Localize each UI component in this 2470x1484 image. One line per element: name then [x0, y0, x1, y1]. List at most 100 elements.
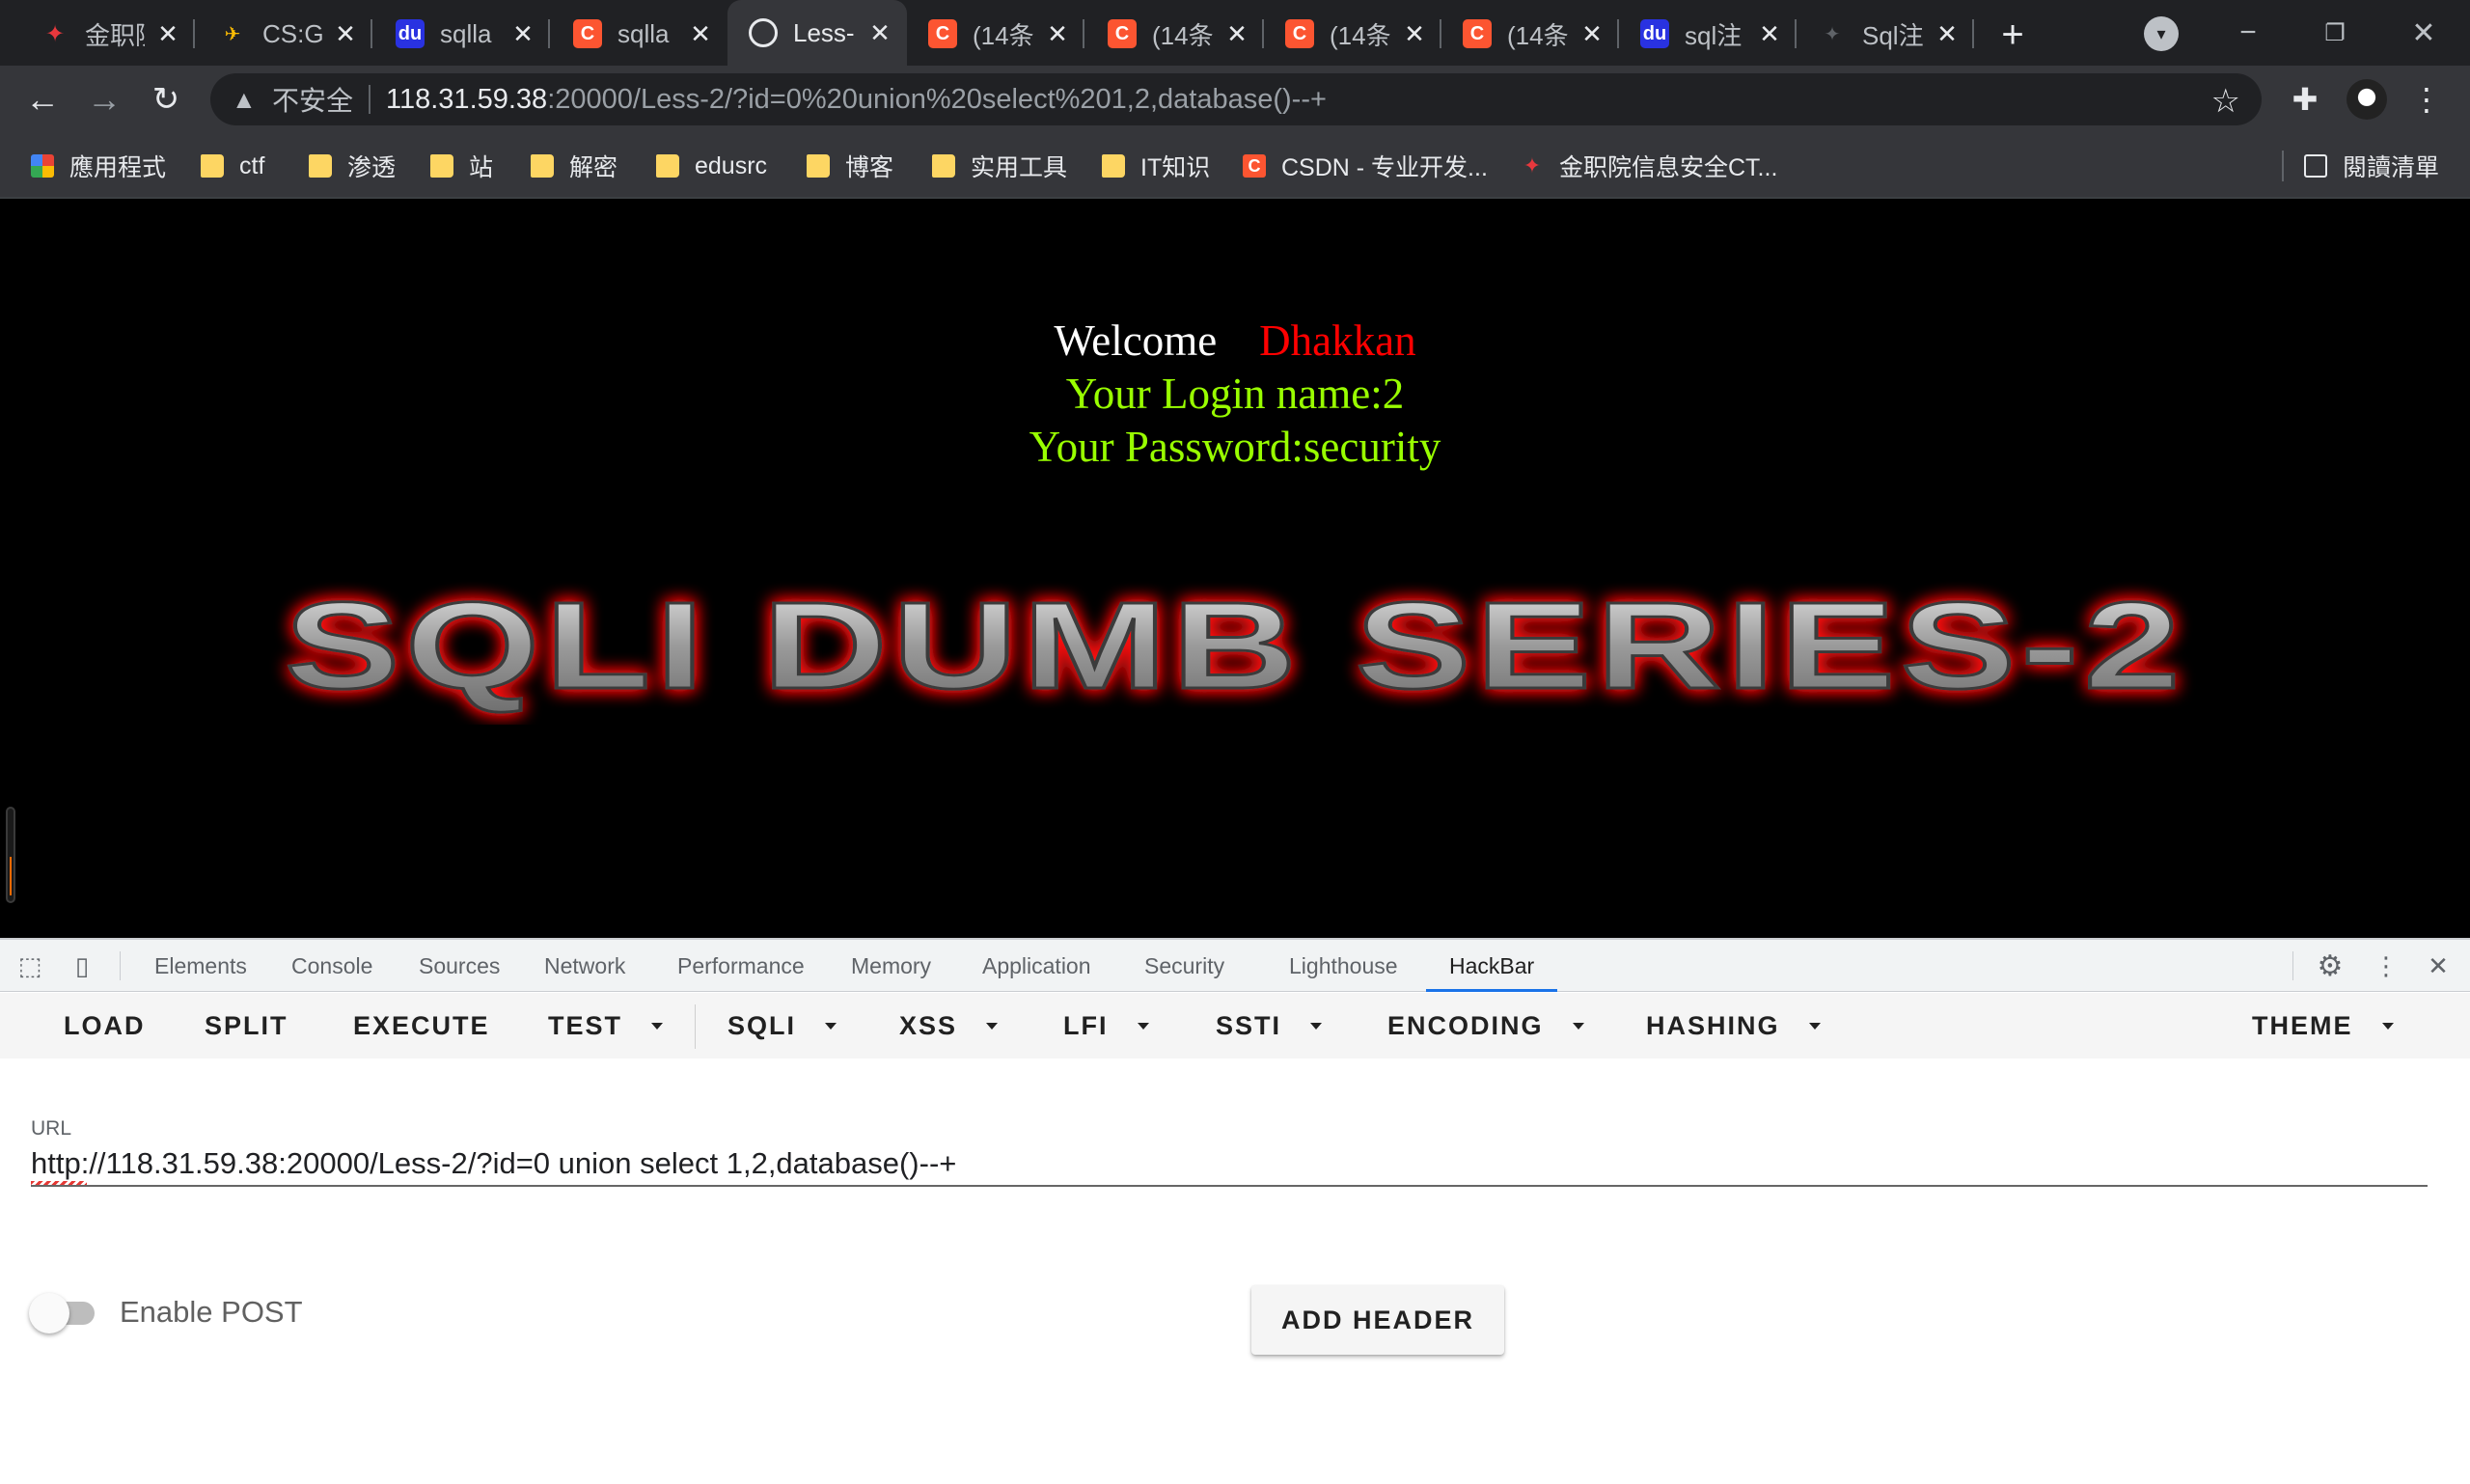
bookmark-star-icon[interactable]: ☆ [2211, 82, 2240, 121]
close-tab-icon[interactable]: ✕ [1044, 19, 1071, 48]
close-tab-icon[interactable]: ✕ [509, 19, 536, 48]
browser-tab[interactable]: C (14条 ✕ [1264, 10, 1441, 58]
close-tab-icon[interactable]: ✕ [1934, 19, 1961, 48]
tab-security[interactable]: Security [1144, 940, 1224, 992]
bookmark-folder[interactable]: 实用工具 [932, 147, 1067, 185]
enable-post-toggle[interactable] [29, 1293, 104, 1333]
browser-tab-active[interactable]: Less- ✕ [727, 0, 907, 66]
spellcheck-underline [31, 1181, 87, 1185]
tab-network[interactable]: Network [544, 940, 625, 992]
page-scroll-handle[interactable] [6, 807, 15, 903]
url-path[interactable]: :20000/Less-2/?id=0%20union%20select%201… [547, 84, 1327, 116]
browser-tab[interactable]: C sqlla ✕ [552, 10, 727, 58]
hashing-dropdown[interactable]: HASHING [1646, 993, 1821, 1058]
url-field-label: URL [31, 1117, 72, 1140]
add-header-button[interactable]: ADD HEADER [1251, 1285, 1504, 1355]
close-tab-icon[interactable]: ✕ [154, 19, 181, 48]
close-tab-icon[interactable]: ✕ [687, 19, 714, 48]
menu-kebab-icon[interactable]: ⋮ [2406, 79, 2447, 120]
window-close-icon[interactable]: ✕ [2402, 12, 2445, 54]
reload-icon[interactable]: ↻ [145, 78, 187, 121]
tab-hackbar[interactable]: HackBar [1426, 940, 1558, 992]
browser-tab[interactable]: ✦ 金职院 ✕ [19, 10, 195, 58]
tab-console[interactable]: Console [291, 940, 372, 992]
csdn-logo-icon: C [1463, 19, 1492, 48]
bookmark-csdn[interactable]: C CSDN - 专业开发... [1243, 147, 1488, 185]
bookmark-label: IT知识 [1140, 154, 1211, 181]
extensions-puzzle-icon[interactable]: ✚ [2285, 79, 2325, 120]
red-logo-icon: ✦ [44, 20, 66, 47]
bookmark-folder[interactable]: 渗透 [309, 147, 396, 185]
caret-down-icon [825, 1022, 837, 1030]
more-options-icon[interactable]: ⋮ [2370, 949, 2402, 982]
restore-icon[interactable]: ❐ [2314, 12, 2356, 54]
browser-tab[interactable]: ✦ Sql注 ✕ [1797, 10, 1974, 58]
browser-tab[interactable]: C (14条 ✕ [907, 10, 1084, 58]
enable-post-label: Enable POST [120, 1295, 303, 1329]
xss-dropdown[interactable]: XSS [899, 993, 999, 1058]
inspect-element-icon[interactable]: ⬚ [14, 949, 46, 982]
bookmark-folder[interactable]: 博客 [807, 147, 893, 185]
gear-icon[interactable]: ⚙ [2314, 949, 2346, 982]
load-label: LOAD [64, 1010, 146, 1040]
execute-button[interactable]: EXECUTE [353, 993, 490, 1058]
csdn-logo-icon: C [1285, 19, 1314, 48]
split-button[interactable]: SPLIT [205, 993, 288, 1058]
tab-memory[interactable]: Memory [851, 940, 931, 992]
tab-elements[interactable]: Elements [154, 940, 247, 992]
theme-dropdown[interactable]: THEME [2252, 993, 2394, 1058]
reading-list[interactable]: 閱讀清單 [2304, 147, 2439, 185]
bookmark-folder[interactable]: 解密 [531, 147, 618, 185]
lfi-dropdown[interactable]: LFI [1063, 993, 1149, 1058]
close-tab-icon[interactable]: ✕ [1401, 19, 1428, 48]
close-tab-icon[interactable]: ✕ [1223, 19, 1250, 48]
url-host[interactable]: 118.31.59.38 [386, 84, 547, 116]
hackbar-menu: LOAD SPLIT EXECUTE TEST SQLI XSS LFI SST… [0, 993, 2470, 1058]
folder-icon [807, 154, 830, 178]
forward-arrow-icon[interactable]: → [83, 78, 125, 121]
tab-title: CS:G [262, 18, 322, 48]
url-input[interactable] [31, 1142, 2428, 1187]
tab-title: Sql注 [1862, 20, 1924, 50]
minimize-icon[interactable]: − [2227, 12, 2269, 54]
tab-application[interactable]: Application [982, 940, 1091, 992]
close-devtools-icon[interactable]: ✕ [2422, 949, 2455, 982]
profile-avatar[interactable] [2346, 79, 2387, 120]
caret-down-icon [1572, 1022, 1584, 1030]
close-tab-icon[interactable]: ✕ [866, 18, 893, 47]
bookmark-folder[interactable]: ctf [201, 147, 264, 185]
bookmark-folder[interactable]: IT知识 [1102, 147, 1210, 185]
tab-sources[interactable]: Sources [419, 940, 500, 992]
devtools-panel: ⬚ ▯ Elements Console Sources Network Per… [0, 938, 2470, 1484]
browser-tab[interactable]: du sqlla ✕ [374, 10, 550, 58]
tab-lighthouse[interactable]: Lighthouse [1289, 940, 1398, 992]
back-arrow-icon[interactable]: ← [21, 78, 64, 121]
tab-performance[interactable]: Performance [677, 940, 805, 992]
browser-tab[interactable]: ✈ CS:G ✕ [197, 10, 372, 58]
load-button[interactable]: LOAD [64, 993, 146, 1058]
browser-tab[interactable]: du sql注 ✕ [1619, 10, 1797, 58]
encoding-dropdown[interactable]: ENCODING [1387, 993, 1584, 1058]
browser-tab[interactable]: C (14条 ✕ [1086, 10, 1264, 58]
close-tab-icon[interactable]: ✕ [332, 19, 359, 48]
bookmark-label: CSDN - 专业开发... [1281, 154, 1488, 181]
caret-down-icon [1137, 1022, 1149, 1030]
ssti-dropdown[interactable]: SSTI [1216, 993, 1323, 1058]
split-label: SPLIT [205, 1010, 288, 1040]
sqli-dropdown[interactable]: SQLI [727, 993, 837, 1058]
browser-tab[interactable]: C (14条 ✕ [1441, 10, 1619, 58]
tab-search-icon[interactable]: ▾ [2144, 16, 2179, 51]
close-tab-icon[interactable]: ✕ [1578, 19, 1606, 48]
address-bar[interactable]: ▲ 不安全 118.31.59.38 :20000/Less-2/?id=0%2… [210, 73, 2262, 125]
folder-icon [430, 154, 453, 178]
test-label: TEST [548, 1010, 623, 1040]
bookmark-ctf[interactable]: ✦ 金职院信息安全CT... [1521, 147, 1778, 185]
bookmark-folder[interactable]: edusrc [656, 147, 767, 185]
bookmark-apps[interactable]: 應用程式 [31, 147, 166, 185]
security-label[interactable]: 不安全 [272, 80, 353, 119]
close-tab-icon[interactable]: ✕ [1756, 19, 1783, 48]
new-tab-plus-icon[interactable]: + [1991, 14, 2034, 56]
test-dropdown[interactable]: TEST [548, 993, 664, 1058]
device-toolbar-icon[interactable]: ▯ [66, 949, 98, 982]
bookmark-folder[interactable]: 站 [430, 147, 493, 185]
